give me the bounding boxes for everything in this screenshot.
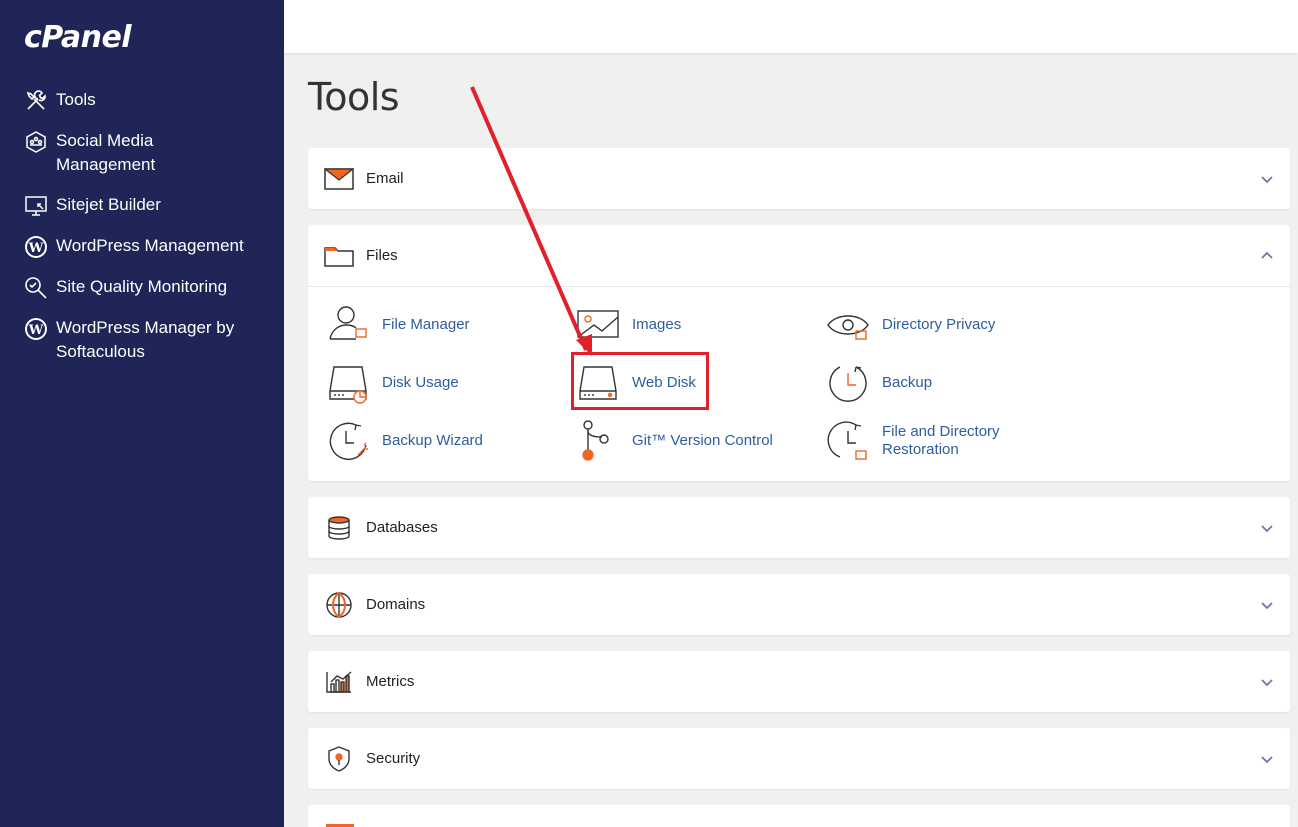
bar-chart-icon bbox=[324, 667, 354, 697]
sidebar-item-site-quality[interactable]: Site Quality Monitoring bbox=[0, 275, 284, 300]
section-label: Metrics bbox=[366, 673, 415, 690]
sidebar-item-label: Social Media Management bbox=[56, 131, 156, 174]
folder-icon bbox=[324, 241, 354, 271]
envelope-icon bbox=[324, 164, 354, 194]
tool-backup-wizard[interactable]: Backup Wizard bbox=[326, 419, 483, 463]
tool-images[interactable]: Images bbox=[576, 303, 681, 347]
sidebar-nav: Tools Social Media Management Sitejet Bu… bbox=[0, 88, 284, 380]
section-metrics: Metrics bbox=[308, 651, 1290, 712]
sidebar-item-social-media[interactable]: Social Media Management bbox=[0, 129, 284, 177]
social-media-icon bbox=[26, 131, 46, 153]
sidebar-item-label: WordPress Management bbox=[56, 236, 244, 255]
wordpress-icon: W bbox=[25, 236, 47, 258]
magnifier-icon bbox=[25, 277, 47, 299]
tool-label: Disk Usage bbox=[382, 374, 459, 391]
svg-text:W: W bbox=[28, 323, 44, 338]
tool-label: Backup bbox=[882, 374, 933, 391]
restoration-icon bbox=[827, 421, 867, 460]
disk-usage-icon bbox=[329, 366, 367, 404]
section-next-partial bbox=[308, 805, 1290, 827]
eye-icon bbox=[827, 315, 869, 340]
chevron-down-icon bbox=[1261, 601, 1273, 609]
chevron-down-icon bbox=[1261, 755, 1273, 763]
sidebar-item-label: Site Quality Monitoring bbox=[56, 277, 228, 296]
svg-text:W: W bbox=[28, 241, 44, 256]
section-label: Email bbox=[366, 170, 404, 187]
section-domains: Domains bbox=[308, 574, 1290, 635]
chevron-down-icon bbox=[1261, 524, 1273, 532]
sidebar-item-wordpress-management[interactable]: W WordPress Management bbox=[0, 234, 284, 259]
tool-git-version-control[interactable]: Git™ Version Control bbox=[576, 419, 773, 463]
globe-icon bbox=[324, 590, 354, 620]
sidebar-item-label: WordPress Manager by Softaculous bbox=[56, 318, 235, 361]
section-files: Files File Manager Images Directory Priv… bbox=[308, 225, 1290, 481]
section-databases-header[interactable]: Databases bbox=[308, 497, 1290, 558]
cpanel-logo[interactable]: cPanel bbox=[24, 20, 132, 55]
chevron-up-icon bbox=[1261, 251, 1273, 259]
tool-file-directory-restoration[interactable]: File and Directory Restoration bbox=[826, 419, 1000, 463]
git-branch-icon bbox=[582, 420, 609, 461]
sidebar-item-label: Sitejet Builder bbox=[56, 195, 161, 214]
wordpress-icon: W bbox=[25, 318, 47, 340]
chevron-down-icon bbox=[1261, 678, 1273, 686]
tool-label: File and Directory Restoration bbox=[882, 423, 1000, 458]
tool-directory-privacy[interactable]: Directory Privacy bbox=[826, 303, 995, 347]
chevron-down-icon bbox=[1261, 175, 1273, 183]
section-domains-header[interactable]: Domains bbox=[308, 574, 1290, 635]
tool-web-disk[interactable]: Web Disk bbox=[576, 361, 696, 405]
tool-backup[interactable]: Backup bbox=[826, 361, 932, 405]
shield-icon bbox=[324, 744, 354, 774]
tool-file-manager[interactable]: File Manager bbox=[326, 303, 470, 347]
section-label: Domains bbox=[366, 596, 426, 613]
backup-wizard-icon bbox=[329, 422, 368, 460]
section-files-body: File Manager Images Directory Privacy Di… bbox=[308, 286, 1290, 480]
sidebar-item-wordpress-softaculous[interactable]: W WordPress Manager by Softaculous bbox=[0, 316, 284, 364]
images-icon bbox=[577, 310, 619, 338]
tool-disk-usage[interactable]: Disk Usage bbox=[326, 361, 459, 405]
sidebar-item-sitejet[interactable]: Sitejet Builder bbox=[0, 193, 284, 218]
sidebar-item-tools[interactable]: Tools bbox=[0, 88, 284, 113]
sitejet-icon bbox=[25, 196, 47, 216]
tool-label: Backup Wizard bbox=[382, 432, 483, 449]
tool-label: Git™ Version Control bbox=[632, 432, 773, 449]
section-databases: Databases bbox=[308, 497, 1290, 558]
sidebar: cPanel Tools Social Media Management Sit… bbox=[0, 0, 284, 827]
section-label: Files bbox=[366, 247, 398, 264]
section-email: Email bbox=[308, 148, 1290, 209]
page-title: Tools bbox=[308, 75, 400, 119]
main-content: Tools Email Files File Manager Images Di… bbox=[284, 53, 1298, 827]
section-email-header[interactable]: Email bbox=[308, 148, 1290, 209]
section-security: Security bbox=[308, 728, 1290, 789]
section-label: Databases bbox=[366, 519, 438, 536]
section-files-header[interactable]: Files bbox=[308, 225, 1290, 286]
tool-label: File Manager bbox=[382, 316, 470, 333]
database-icon bbox=[324, 513, 354, 543]
file-manager-icon bbox=[329, 306, 367, 340]
section-metrics-header[interactable]: Metrics bbox=[308, 651, 1290, 712]
tool-label: Images bbox=[632, 316, 682, 333]
sidebar-item-label: Tools bbox=[56, 90, 96, 109]
web-disk-icon bbox=[579, 366, 617, 400]
section-security-header[interactable]: Security bbox=[308, 728, 1290, 789]
tool-label: Web Disk bbox=[632, 374, 696, 391]
top-bar bbox=[284, 0, 1298, 53]
tools-icon bbox=[26, 90, 46, 110]
tool-label: Directory Privacy bbox=[882, 316, 996, 333]
backup-icon bbox=[829, 366, 867, 402]
section-label: Security bbox=[366, 750, 421, 767]
